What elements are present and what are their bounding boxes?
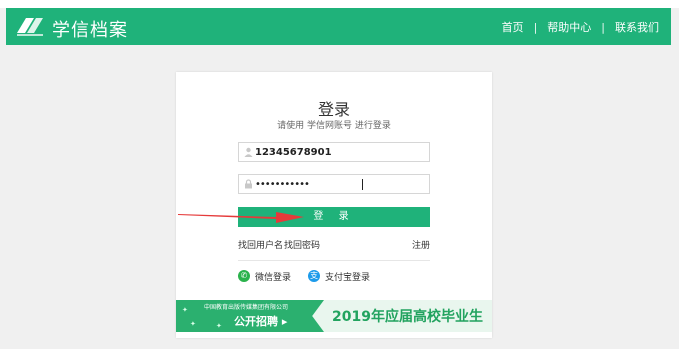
nav-separator: | [533, 20, 538, 34]
wechat-icon: ✆ [238, 270, 250, 282]
banner-graduates: 2019年应届高校毕业生 [332, 309, 483, 325]
divider [238, 260, 430, 261]
user-icon [244, 147, 253, 157]
nav-separator: | [601, 20, 605, 34]
wechat-login-label: 微信登录 [255, 272, 292, 283]
lock-icon [245, 179, 252, 189]
alipay-login-label: 支付宝登录 [325, 272, 371, 283]
banner-org: 中国教育出版传媒集团有限公司 [204, 304, 289, 311]
nav-help[interactable]: 帮助中心 [547, 19, 591, 35]
text-cursor [362, 179, 363, 190]
alipay-icon: 支 [308, 270, 320, 282]
password-input[interactable] [255, 176, 425, 192]
login-subtitle: 请使用 学信网账号 进行登录 [277, 121, 391, 131]
recruitment-banner[interactable]: ✦ ✦ ✦ 中国教育出版传媒集团有限公司 公开招聘 ▸ 2019年应届高校毕业生 [176, 300, 492, 332]
find-password-link[interactable]: 找回密码 [284, 238, 320, 251]
find-username-link[interactable]: 找回用户名 [238, 238, 283, 251]
sparkle-icon: ✦ [216, 322, 222, 330]
banner-left-panel: ✦ ✦ ✦ 中国教育出版传媒集团有限公司 公开招聘 ▸ [176, 300, 324, 332]
top-strip [0, 0, 679, 8]
username-field[interactable] [238, 142, 430, 162]
banner-headline: 公开招聘 ▸ [234, 315, 288, 328]
red-arrow-annotation [178, 212, 304, 223]
login-title: 登录 [317, 100, 350, 119]
register-link[interactable]: 注册 [412, 238, 430, 251]
nav-home[interactable]: 首页 [502, 19, 524, 35]
logo-icon [17, 18, 43, 36]
username-input[interactable] [255, 144, 425, 160]
top-header: 学信档案 首页 | 帮助中心 | 联系我们 [6, 8, 671, 45]
nav-contact[interactable]: 联系我们 [615, 19, 659, 35]
top-nav: 首页 | 帮助中心 | 联系我们 [502, 19, 659, 35]
sparkle-icon: ✦ [182, 306, 188, 314]
brand-name: 学信档案 [52, 20, 128, 41]
password-field[interactable] [238, 174, 430, 194]
sparkle-icon: ✦ [190, 320, 196, 328]
alipay-login[interactable]: 支 支付宝登录 [308, 269, 370, 283]
account-links: 找回用户名 找回密码 注册 [238, 238, 430, 252]
wechat-login[interactable]: ✆ 微信登录 [238, 269, 291, 283]
